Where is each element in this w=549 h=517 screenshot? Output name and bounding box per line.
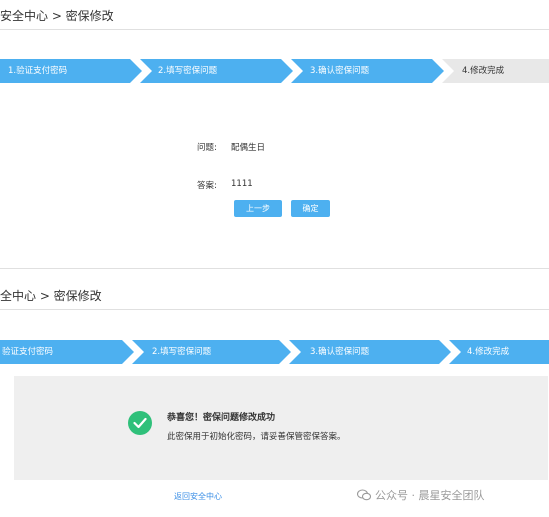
divider-bottom [0, 309, 549, 310]
question-value: 配偶生日 [231, 143, 266, 153]
step-2-fill-question: 2.填写密保问题 [140, 59, 293, 83]
step-bar-top: 1.验证支付密码 2.填写密保问题 3.确认密保问题 4.修改完成 [0, 59, 549, 83]
divider-top [0, 29, 549, 30]
step-1-verify-password: 验证支付密码 [0, 340, 134, 364]
divider-middle [0, 268, 549, 269]
step-3-confirm-question: 3.确认密保问题 [289, 340, 451, 364]
answer-value: 1111 [231, 179, 253, 189]
previous-step-button[interactable]: 上一步 [234, 200, 282, 217]
step-bar-bottom: 验证支付密码 2.填写密保问题 3.确认密保问题 4.修改完成 [0, 340, 549, 364]
wechat-icon [356, 489, 372, 501]
breadcrumb-top: 安全中心 > 密保修改 [0, 9, 114, 23]
success-title: 恭喜您！密保问题修改成功 [167, 413, 276, 423]
watermark: 公众号 · 晨星安全团队 [356, 487, 485, 503]
breadcrumb-bottom: 全中心 > 密保修改 [0, 289, 102, 303]
success-check-icon [128, 411, 152, 435]
step-2-fill-question: 2.填写密保问题 [132, 340, 291, 364]
step-1-verify-password: 1.验证支付密码 [0, 59, 142, 83]
question-label: 问题: [197, 143, 217, 153]
back-to-security-center-link[interactable]: 返回安全中心 [174, 491, 222, 502]
step-4-complete: 4.修改完成 [449, 340, 549, 364]
answer-label: 答案: [197, 181, 217, 191]
confirm-button[interactable]: 确定 [291, 200, 330, 217]
success-message: 此密保用于初始化密码，请妥善保管密保答案。 [167, 432, 346, 442]
step-3-confirm-question: 3.确认密保问题 [291, 59, 444, 83]
step-4-complete: 4.修改完成 [442, 59, 549, 83]
success-panel [14, 376, 548, 480]
watermark-text: 公众号 · 晨星安全团队 [375, 489, 485, 502]
